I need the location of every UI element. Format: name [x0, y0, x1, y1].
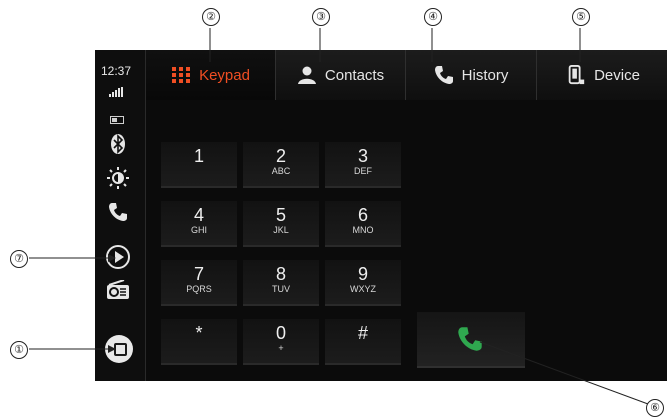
callout-2: ②	[202, 8, 220, 26]
callout-4: ④	[424, 8, 442, 26]
callout-leader-lines	[29, 28, 649, 405]
callout-7: ⑦	[10, 250, 28, 268]
callout-3: ③	[312, 8, 330, 26]
callout-5: ⑤	[572, 8, 590, 26]
callout-6: ⑥	[646, 399, 664, 417]
callout-1: ①	[10, 341, 28, 359]
